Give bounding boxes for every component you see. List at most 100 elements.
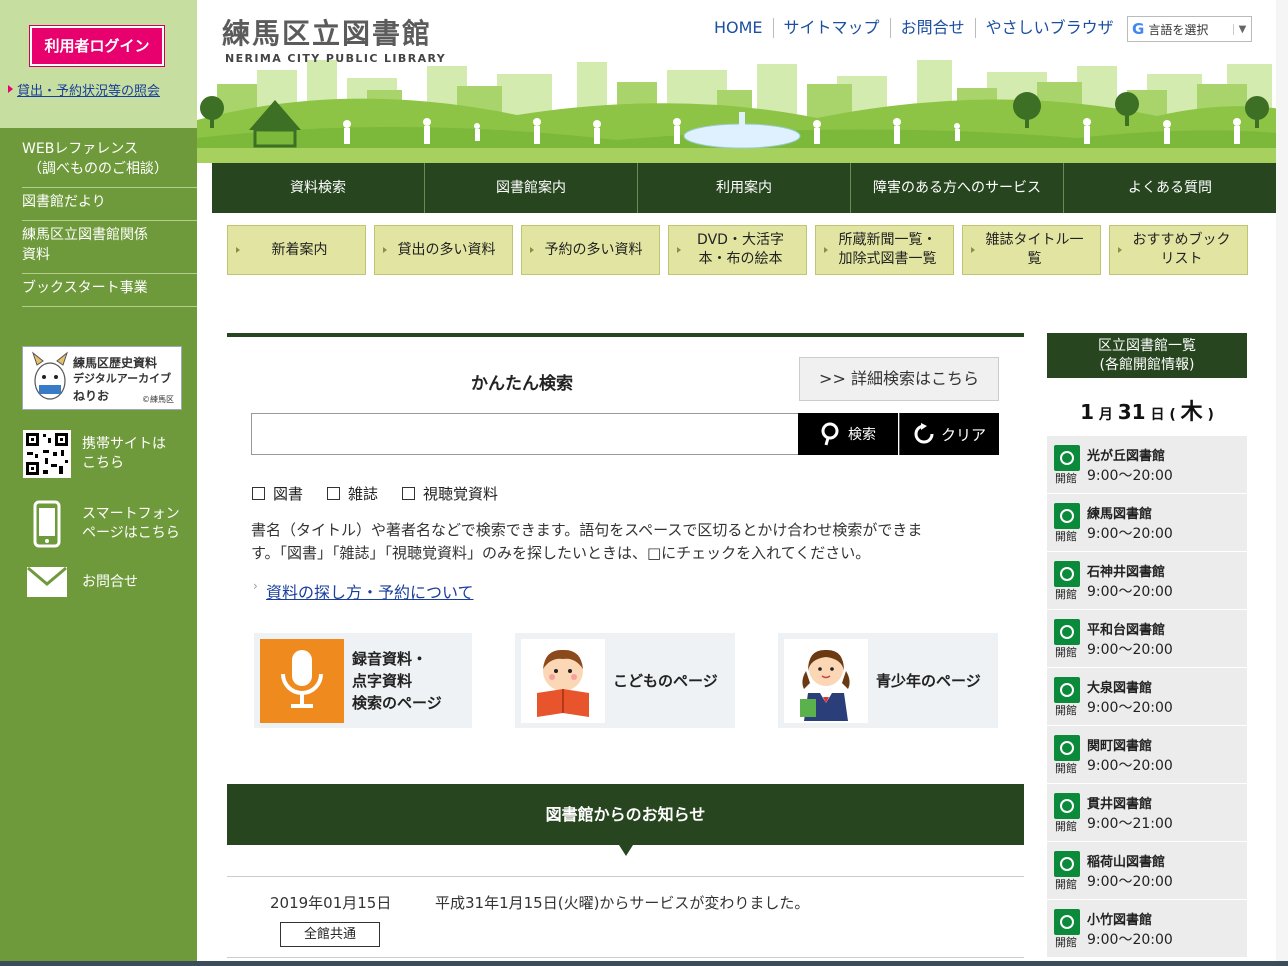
search-input[interactable] — [251, 413, 799, 455]
date-paren-close: ) — [1207, 407, 1214, 423]
audio-braille-page-banner[interactable]: 録音資料・ 点字資料 検索のページ — [254, 633, 472, 728]
archive-credit: ©練馬区 — [142, 395, 174, 404]
open-status-icon — [1054, 735, 1080, 761]
login-button[interactable]: 利用者ログイン — [30, 26, 164, 66]
news-category-tag: 全館共通 — [280, 922, 380, 947]
library-item[interactable]: 開館 光が丘図書館 9:00～20:00 — [1047, 436, 1247, 494]
library-list-heading-line: (各館開館情報) — [1099, 357, 1195, 373]
child-reading-icon — [521, 638, 605, 723]
library-item[interactable]: 開館 大泉図書館 9:00～20:00 — [1047, 668, 1247, 726]
checkbox-box[interactable] — [327, 487, 341, 500]
checkbox-label: 視聴覚資料 — [423, 485, 499, 503]
checkbox-box[interactable] — [402, 487, 416, 500]
new-arrivals-button[interactable]: 新着案内 — [227, 225, 366, 275]
checkbox-books[interactable]: 図書 — [252, 483, 303, 504]
sidebar-item-newsletter[interactable]: 図書館だより — [22, 188, 197, 221]
sidebar-item-label: WEBレファレンス — [22, 141, 139, 157]
language-select-label: 言語を選択 — [1148, 22, 1209, 37]
library-hours: 9:00～20:00 — [1087, 526, 1173, 542]
library-status-list: 開館 光が丘図書館 9:00～20:00 開館 練馬図書館 9:00～20:00 開館石… — [1047, 436, 1247, 958]
date-paren-open: ( — [1169, 407, 1176, 423]
open-status-label: 開館 — [1055, 762, 1077, 775]
sitemap-link[interactable]: サイトマップ — [772, 18, 890, 38]
sidebar-item-library-documents[interactable]: 練馬区立図書館関係 資料 — [22, 221, 197, 274]
search-button[interactable]: 検索 — [798, 413, 898, 455]
library-item[interactable]: 開館 関町図書館 9:00～20:00 — [1047, 726, 1247, 784]
nav-library-guide[interactable]: 図書館案内 — [424, 163, 637, 213]
nav-usage-guide[interactable]: 利用案内 — [637, 163, 850, 213]
library-hours: 9:00～20:00 — [1087, 642, 1173, 658]
most-reserved-button[interactable]: 予約の多い資料 — [521, 225, 660, 275]
library-name: 関町図書館 — [1087, 739, 1153, 754]
most-borrowed-button[interactable]: 貸出の多い資料 — [374, 225, 513, 275]
library-name: 大泉図書館 — [1087, 681, 1153, 696]
youth-page-banner[interactable]: 青少年のページ — [778, 633, 998, 728]
archive-mascot-name: ねりお — [73, 389, 110, 403]
news-item-link[interactable]: 平成31年1月15日(火曜)からサービスが変わりました。 — [435, 892, 809, 913]
material-type-checkboxes: 図書 雑誌 視聴覚資料 — [252, 483, 498, 504]
mobile-site-label: 携帯サイトは — [82, 436, 166, 452]
search-description-line: す。「図書」「雑誌」「視聴覚資料」のみを探したいときは、□にチェックを入れてくだ… — [251, 544, 871, 562]
sub-nav-label: おすすめブック — [1132, 232, 1231, 248]
smartphone-icon — [22, 500, 72, 548]
easy-browser-link[interactable]: やさしいブラウザ — [974, 18, 1124, 38]
smartphone-page-link[interactable]: スマートフォン ページはこちら — [22, 500, 180, 548]
checkbox-audiovisual[interactable]: 視聴覚資料 — [402, 483, 498, 504]
kids-page-banner[interactable]: こどものページ — [515, 633, 735, 728]
feature-label: こどものページ — [613, 671, 718, 690]
clear-button-label: クリア — [940, 425, 986, 444]
library-list-heading[interactable]: 区立図書館一覧 (各館開館情報) — [1047, 333, 1247, 378]
recommended-books-button[interactable]: おすすめブック リスト — [1109, 225, 1248, 275]
library-item[interactable]: 開館 稲荷山図書館 9:00～20:00 — [1047, 842, 1247, 900]
contact-link[interactable]: お問合せ — [22, 566, 138, 598]
header: 練馬区立図書館 NERIMA CITY PUBLIC LIBRARY HOME … — [197, 0, 1288, 163]
scrollbar-track[interactable] — [1276, 0, 1288, 966]
simple-search-panel: かんたん検索 >> 詳細検索はこちら 検索 クリア 図書 雑誌 視聴覚資料 書名… — [227, 333, 1024, 728]
nav-accessibility-services[interactable]: 障害のある方へのサービス — [850, 163, 1063, 213]
google-icon: G — [1132, 20, 1145, 38]
qr-code-icon — [22, 430, 72, 478]
microphone-icon — [260, 638, 344, 723]
newspaper-list-button[interactable]: 所蔵新聞一覧・ 加除式図書一覧 — [815, 225, 954, 275]
open-status-label: 開館 — [1055, 820, 1077, 833]
mobile-site-link[interactable]: 携帯サイトは こちら — [22, 430, 166, 478]
sidebar-item-label: ブックスタート事業 — [22, 280, 148, 296]
language-select[interactable]: G 言語を選択 ▼ — [1127, 16, 1252, 42]
nav-faq[interactable]: よくある質問 — [1063, 163, 1276, 213]
sidebar-item-bookstart[interactable]: ブックスタート事業 — [22, 274, 197, 307]
contact-label: お問合せ — [82, 573, 138, 590]
search-howto-link[interactable]: 資料の探し方・予約について — [253, 579, 474, 603]
lending-status-link[interactable]: 貸出・予約状況等の照会 — [8, 80, 197, 99]
checkbox-box[interactable] — [252, 487, 265, 500]
library-item[interactable]: 開館 練馬図書館 9:00～20:00 — [1047, 494, 1247, 552]
open-status-icon — [1054, 909, 1080, 935]
open-status-icon — [1054, 561, 1080, 587]
smartphone-page-label: ページはこちら — [82, 525, 180, 541]
sidebar-item-web-reference[interactable]: WEBレファレンス （調べもののご相談） — [22, 136, 197, 188]
sub-nav: 新着案内 貸出の多い資料 予約の多い資料 DVD・大活字 本・布の絵本 所蔵新聞一… — [227, 225, 1248, 275]
library-item[interactable]: 開館 貫井図書館 9:00～21:00 — [1047, 784, 1247, 842]
checkbox-label: 雑誌 — [348, 485, 379, 503]
library-item[interactable]: 開館 小竹図書館 9:00～20:00 — [1047, 900, 1247, 958]
clear-button[interactable]: クリア — [899, 413, 999, 455]
news-date: 2019年01月15日 — [270, 894, 392, 912]
sub-nav-label: 本・布の絵本 — [698, 251, 783, 267]
main-nav: 資料検索 図書館案内 利用案内 障害のある方へのサービス よくある質問 — [212, 163, 1276, 213]
home-link[interactable]: HOME — [704, 18, 773, 38]
library-item[interactable]: 開館 平和台図書館 9:00～20:00 — [1047, 610, 1247, 668]
site-title[interactable]: 練馬区立図書館 — [222, 12, 432, 52]
inquiry-link[interactable]: お問合せ — [889, 18, 975, 38]
date-weekday: 木 — [1180, 400, 1203, 425]
magazine-titles-button[interactable]: 雑誌タイトル一覧 — [962, 225, 1101, 275]
advanced-search-button[interactable]: >> 詳細検索はこちら — [799, 357, 999, 401]
feature-label: 録音資料・ — [352, 649, 428, 668]
dvd-largeprint-button[interactable]: DVD・大活字 本・布の絵本 — [668, 225, 807, 275]
sidebar-login-area: 利用者ログイン 貸出・予約状況等の照会 — [0, 0, 197, 128]
library-item[interactable]: 開館 石神井図書館 9:00～20:00 — [1047, 552, 1247, 610]
archive-subtitle: デジタルアーカイブ — [73, 372, 172, 385]
open-status-icon — [1054, 445, 1080, 471]
nav-material-search[interactable]: 資料検索 — [212, 163, 424, 213]
digital-archive-banner[interactable]: 練馬区歴史資料 デジタルアーカイブ ねりお ©練馬区 — [22, 346, 182, 410]
window-bottom-edge — [0, 961, 1288, 966]
checkbox-magazines[interactable]: 雑誌 — [327, 483, 378, 504]
